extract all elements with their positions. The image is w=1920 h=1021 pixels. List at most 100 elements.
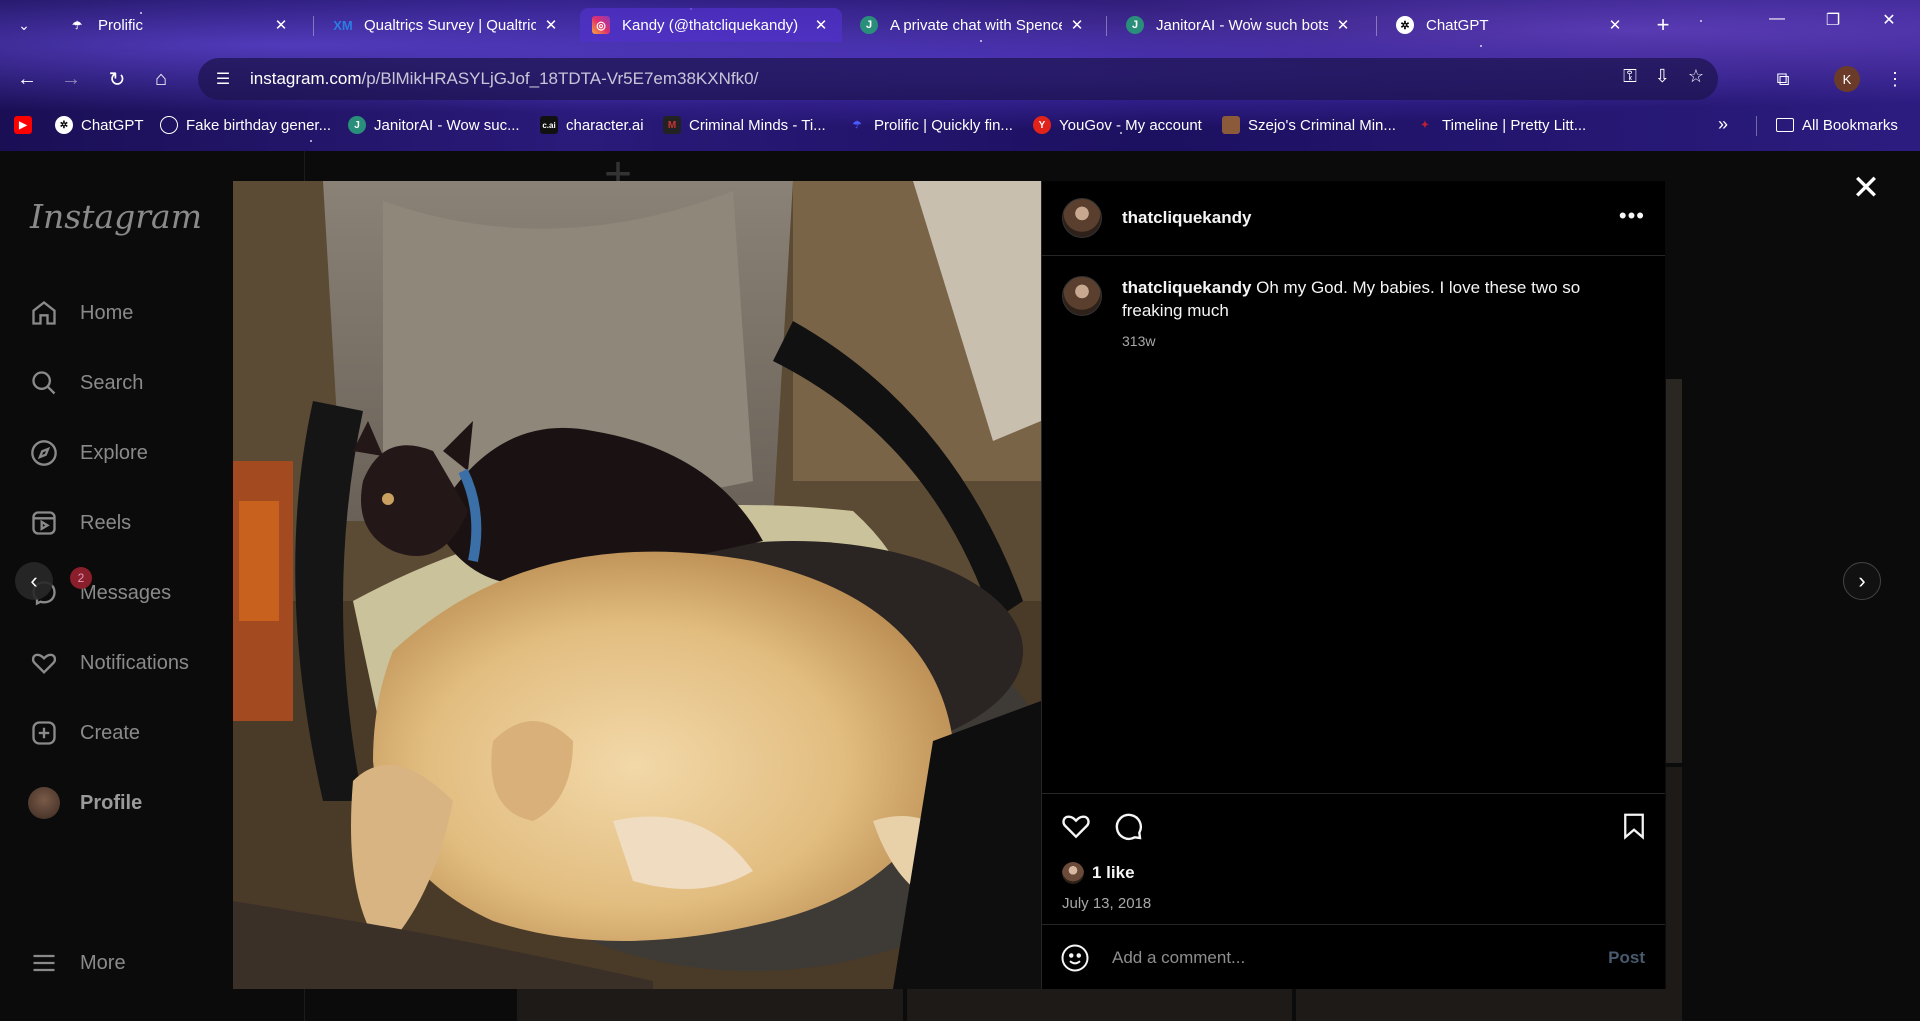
all-bookmarks-button[interactable]: All Bookmarks: [1776, 113, 1898, 137]
sidebar-item-reels[interactable]: Reels: [28, 503, 131, 543]
browser-menu-icon[interactable]: ⋮: [1880, 62, 1910, 96]
instagram-logo[interactable]: Instagram: [30, 197, 202, 236]
bookmark-label: character.ai: [566, 116, 644, 134]
post-comment-button[interactable]: Post: [1608, 948, 1645, 968]
tab-prolific[interactable]: ☂ Prolific ✕: [56, 8, 302, 42]
previous-post-button[interactable]: ‹: [15, 562, 53, 600]
sidebar-item-label: More: [80, 951, 126, 974]
likes-text: 1 like: [1092, 863, 1135, 882]
back-button[interactable]: ←: [10, 62, 44, 96]
post-photo[interactable]: [233, 181, 1041, 989]
bookmark-youtube[interactable]: ▶: [14, 113, 40, 137]
home-button[interactable]: ⌂: [144, 62, 178, 96]
url-host: instagram.com: [250, 69, 362, 88]
bookmark-label: YouGov - My account: [1059, 116, 1202, 134]
chatgpt-favicon-icon: ✲: [1396, 16, 1414, 34]
restore-button[interactable]: ❐: [1818, 10, 1848, 30]
sidebar-item-explore[interactable]: Explore: [28, 433, 148, 473]
close-tab-icon[interactable]: ✕: [542, 16, 560, 34]
bookmark-janitorai[interactable]: J JanitorAI - Wow suc...: [348, 113, 520, 137]
minimize-button[interactable]: —: [1762, 10, 1792, 28]
tab-chatgpt[interactable]: ✲ ChatGPT ✕: [1384, 8, 1636, 42]
bookmark-star-icon[interactable]: ☆: [1688, 66, 1704, 87]
like-heart-icon[interactable]: [1060, 810, 1092, 847]
new-tab-button[interactable]: +: [1650, 12, 1676, 38]
bookmark-label: Szejo's Criminal Min...: [1248, 116, 1396, 134]
sidebar-item-label: Create: [80, 721, 141, 744]
comment-input[interactable]: [1112, 947, 1609, 968]
messages-badge: 2: [70, 567, 92, 589]
next-post-button[interactable]: ›: [1843, 562, 1881, 600]
avatar[interactable]: [1062, 276, 1102, 316]
janitorai-favicon-icon: J: [860, 16, 878, 34]
background-post-thumbnail: [1666, 379, 1682, 763]
comment-bar: Post: [1042, 924, 1665, 990]
janitorai-favicon-icon: J: [1126, 16, 1144, 34]
avatar: [28, 787, 60, 819]
comment-icon[interactable]: [1112, 810, 1144, 847]
caption-timestamp[interactable]: 313w: [1122, 330, 1642, 353]
tab-janitorai[interactable]: J JanitorAI - Wow such bots ✕: [1114, 8, 1364, 42]
bookmark-prolific[interactable]: ☂ Prolific | Quickly fin...: [848, 113, 1013, 137]
tab-instagram[interactable]: ◎ Kandy (@thatcliquekandy) ✕: [580, 8, 842, 42]
sidebar-item-notifications[interactable]: Notifications: [28, 643, 189, 683]
bookmark-chatgpt[interactable]: ✲ ChatGPT: [55, 113, 144, 137]
tab-private-chat[interactable]: J A private chat with Spencer ✕: [848, 8, 1098, 42]
close-modal-icon[interactable]: ✕: [1848, 170, 1884, 206]
address-bar[interactable]: ☰ instagram.com/p/BlMikHRASYLjGJof_18TDT…: [198, 58, 1718, 100]
window-close-button[interactable]: ✕: [1874, 10, 1904, 30]
extensions-icon[interactable]: ⧉: [1766, 62, 1800, 96]
bookmark-characterai[interactable]: c.ai character.ai: [540, 113, 644, 137]
more-bookmarks-icon[interactable]: »: [1718, 114, 1728, 135]
avatar[interactable]: [1062, 198, 1102, 238]
close-tab-icon[interactable]: ✕: [272, 16, 290, 34]
sidebar-item-profile[interactable]: Profile: [28, 783, 142, 823]
more-options-icon[interactable]: •••: [1619, 203, 1645, 229]
sidebar-item-more[interactable]: More: [28, 943, 126, 983]
bookmark-label: ChatGPT: [81, 116, 144, 134]
bookmark-yougov[interactable]: Y YouGov - My account: [1033, 113, 1202, 137]
sidebar-item-search[interactable]: Search: [28, 363, 143, 403]
tab-title: ChatGPT: [1426, 16, 1489, 34]
save-bookmark-icon[interactable]: [1619, 810, 1649, 847]
bookmark-szejo[interactable]: Szejo's Criminal Min...: [1222, 113, 1396, 137]
close-tab-icon[interactable]: ✕: [1606, 16, 1624, 34]
prolific-icon: ☂: [852, 119, 862, 131]
close-tab-icon[interactable]: ✕: [1334, 16, 1352, 34]
sidebar-item-label: Reels: [80, 511, 132, 534]
sidebar-item-home[interactable]: Home: [28, 293, 133, 333]
site-info-icon[interactable]: ☰: [212, 69, 234, 89]
tab-search-button[interactable]: ⌄: [12, 13, 36, 37]
post-username[interactable]: thatcliquekandy: [1122, 208, 1251, 228]
password-key-icon[interactable]: ⚿: [1623, 66, 1637, 87]
caption-username[interactable]: thatcliquekandy: [1122, 278, 1251, 297]
sidebar-item-label: Search: [80, 371, 144, 394]
close-tab-icon[interactable]: ✕: [812, 16, 830, 34]
bookmark-label: Fake birthday gener...: [186, 116, 332, 134]
close-tab-icon[interactable]: ✕: [1068, 16, 1086, 34]
browser-profile-avatar[interactable]: K: [1834, 66, 1860, 92]
tab-title: Qualtrics Survey | Qualtrics: [364, 16, 536, 34]
forward-button[interactable]: →: [54, 62, 88, 96]
bookmark-label: JanitorAI - Wow suc...: [374, 116, 520, 134]
bookmark-label: Prolific | Quickly fin...: [874, 116, 1013, 134]
bookmark-timeline[interactable]: ✦ Timeline | Pretty Litt...: [1416, 113, 1586, 137]
tab-qualtrics[interactable]: XM Qualtrics Survey | Qualtrics ✕: [322, 8, 572, 42]
install-app-icon[interactable]: ⇩: [1655, 66, 1670, 87]
qualtrics-favicon-icon: XM: [333, 17, 353, 33]
url-path: /p/BlMikHRASYLjGJof_18TDTA-Vr5E7em38KXNf…: [361, 69, 759, 88]
reload-button[interactable]: ↻: [100, 62, 134, 96]
sidebar-item-create[interactable]: Create: [28, 713, 140, 753]
bookmark-fake-birthday[interactable]: Fake birthday gener...: [160, 113, 331, 137]
likes-count[interactable]: 1 like: [1062, 862, 1135, 884]
bookmark-criminal-minds[interactable]: M Criminal Minds - Ti...: [663, 113, 826, 137]
tab-strip: ⌄ ☂ Prolific ✕ XM Qualtrics Survey | Qua…: [0, 0, 1920, 50]
sidebar-item-label: Profile: [80, 791, 143, 814]
chatgpt-icon: ✲: [55, 116, 73, 134]
url-text[interactable]: instagram.com/p/BlMikHRASYLjGJof_18TDTA-…: [250, 69, 758, 89]
emoji-icon[interactable]: [1060, 943, 1090, 973]
fandom-icon: M: [663, 116, 681, 134]
instagram-favicon-icon: ◎: [592, 16, 610, 34]
tab-title: Prolific: [98, 16, 144, 34]
post-caption: thatcliquekandy Oh my God. My babies. I …: [1062, 276, 1642, 353]
